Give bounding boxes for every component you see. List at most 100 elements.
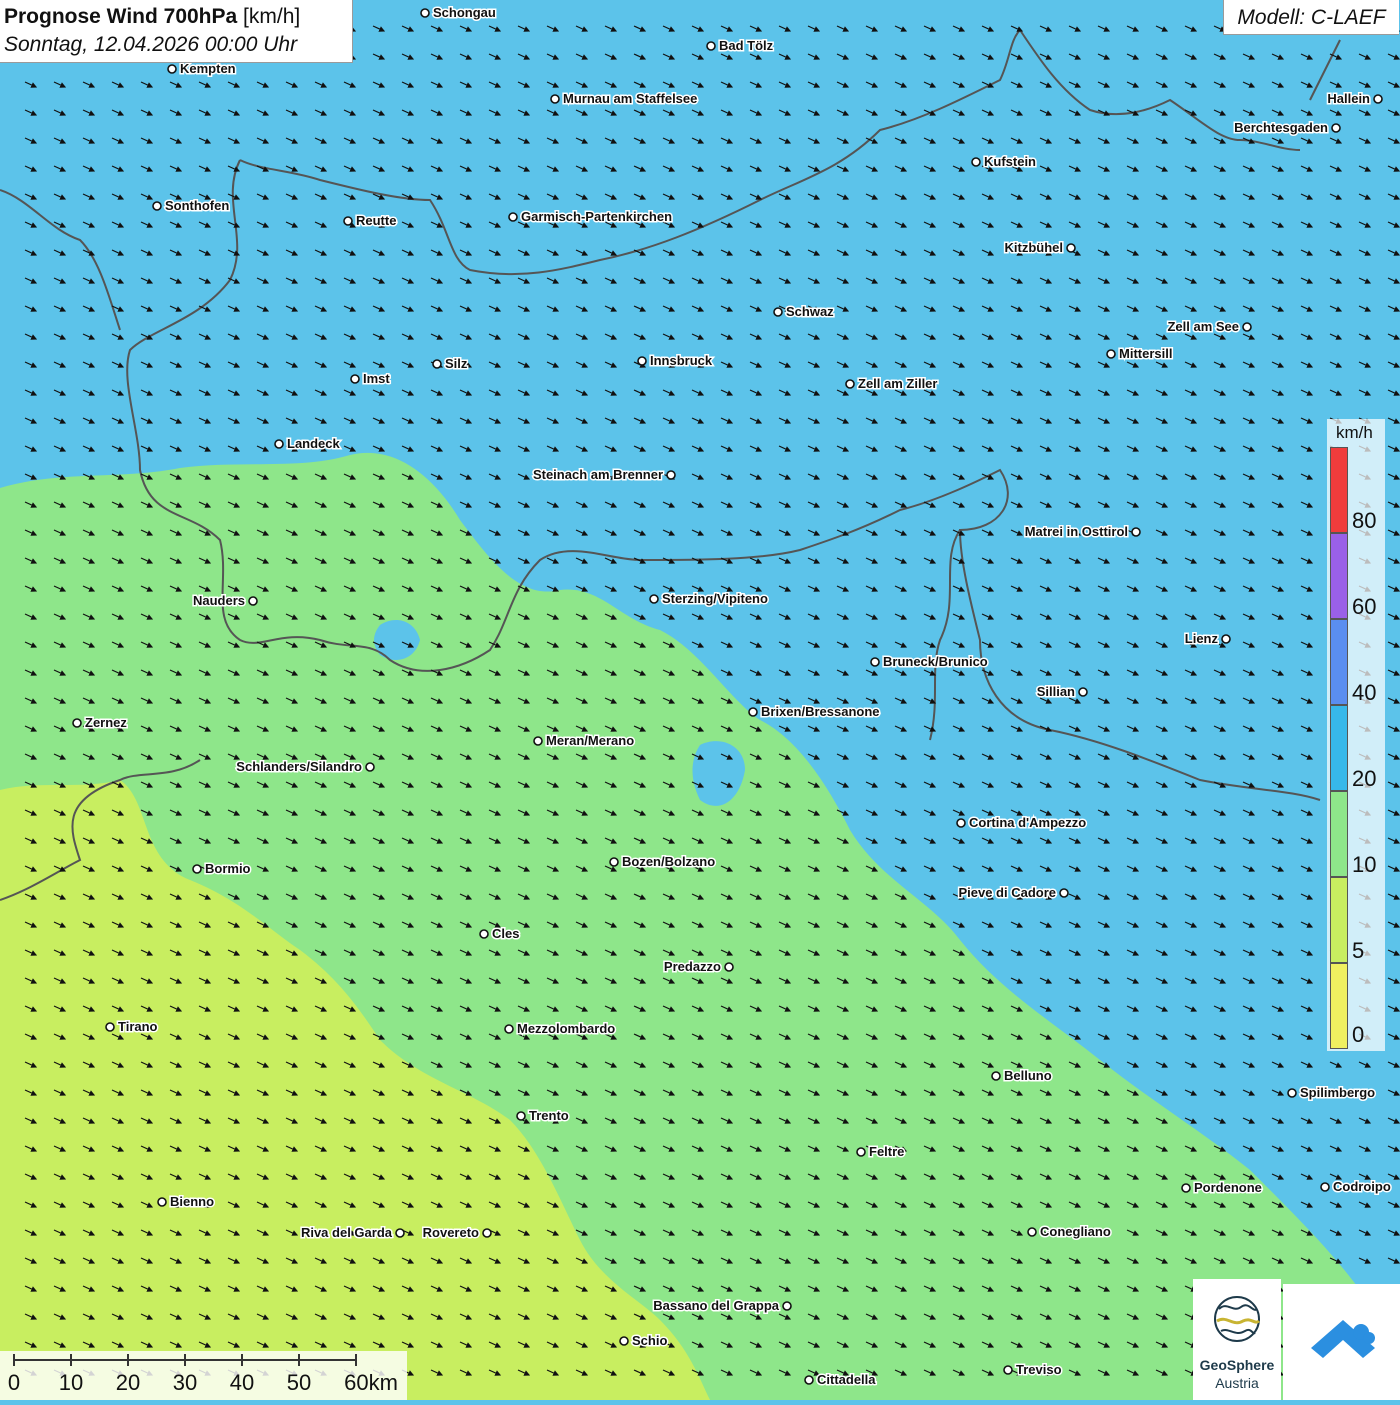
city-dot bbox=[72, 718, 82, 728]
city-label: Codroipo bbox=[1333, 1179, 1391, 1194]
city-label: Berchtesgaden bbox=[1234, 120, 1328, 135]
city-marker: Bassano del Grappa bbox=[652, 1297, 792, 1315]
city-label: Schio bbox=[632, 1333, 667, 1348]
city-dot bbox=[365, 762, 375, 772]
city-marker: Meran/Merano bbox=[533, 732, 636, 750]
city-label: Bormio bbox=[205, 861, 251, 876]
city-label: Hallein bbox=[1327, 91, 1370, 106]
city-dot bbox=[1373, 94, 1383, 104]
city-marker: Spilimbergo bbox=[1287, 1084, 1377, 1102]
legend-color-segment bbox=[1330, 705, 1348, 791]
city-label: Schongau bbox=[433, 5, 496, 20]
legend-tick: 80 bbox=[1352, 508, 1377, 533]
city-dot bbox=[619, 1336, 629, 1346]
city-label: Bienno bbox=[170, 1194, 214, 1209]
city-label: Feltre bbox=[869, 1144, 904, 1159]
city-dot bbox=[1078, 687, 1088, 697]
scale-label: 60km bbox=[344, 1370, 398, 1395]
city-dot bbox=[706, 41, 716, 51]
model-label: Modell: C-LAEF bbox=[1223, 0, 1399, 35]
cloud-arrow-icon bbox=[1311, 1320, 1375, 1358]
geosphere-subname: Austria bbox=[1215, 1375, 1259, 1391]
city-label: Zell am See bbox=[1167, 319, 1239, 334]
city-marker: Mezzolombardo bbox=[504, 1020, 617, 1038]
city-label: Belluno bbox=[1004, 1068, 1052, 1083]
city-dot bbox=[167, 64, 177, 74]
city-dot bbox=[1027, 1227, 1037, 1237]
city-label: Sterzing/Vipiteno bbox=[662, 591, 768, 606]
legend-unit: km/h bbox=[1336, 423, 1373, 442]
city-label: Sonthofen bbox=[165, 198, 229, 213]
legend-tick: 40 bbox=[1352, 680, 1377, 705]
city-label: Mittersill bbox=[1119, 346, 1172, 361]
legend-tick: 60 bbox=[1352, 594, 1377, 619]
city-dot bbox=[1242, 322, 1252, 332]
legend-color-segment bbox=[1330, 447, 1348, 533]
scale-label: 40 bbox=[229, 1370, 255, 1395]
legend-color-segment bbox=[1330, 963, 1348, 1049]
city-dot bbox=[533, 736, 543, 746]
city-marker: Brixen/Bressanone bbox=[748, 703, 881, 721]
city-label: Zell am Ziller bbox=[858, 376, 937, 391]
city-dot bbox=[152, 201, 162, 211]
wind-forecast-map: Schongau Bad Tölz Kempten Murnau am Staffel… bbox=[0, 0, 1400, 1400]
legend-tick: 10 bbox=[1352, 852, 1377, 877]
city-label: Kempten bbox=[180, 61, 236, 76]
legend-color-segment bbox=[1330, 533, 1348, 619]
city-label: Silz bbox=[445, 356, 468, 371]
legend-color-segment bbox=[1330, 877, 1348, 963]
city-dot bbox=[395, 1228, 405, 1238]
city-label: Murnau am Staffelsee bbox=[563, 91, 697, 106]
city-marker: Garmisch-Partenkirchen bbox=[508, 208, 674, 226]
city-label: Bozen/Bolzano bbox=[622, 854, 715, 869]
city-label: Kufstein bbox=[984, 154, 1036, 169]
city-marker: Riva del Garda bbox=[299, 1224, 405, 1242]
wind-legend: km/h 0 5 10 20 40 60 80 bbox=[1327, 419, 1385, 1051]
city-label: Sillian bbox=[1037, 684, 1075, 699]
city-label: Bad Tölz bbox=[719, 38, 774, 53]
geosphere-logo: GeoSphere Austria bbox=[1193, 1279, 1281, 1400]
city-marker: Conegliano bbox=[1027, 1223, 1112, 1241]
legend-color-segment bbox=[1330, 619, 1348, 705]
city-label: Kitzbühel bbox=[1005, 240, 1064, 255]
scale-bar: 0 10 20 30 40 50 60km bbox=[0, 1351, 407, 1400]
map-title: Prognose Wind 700hPa [km/h] bbox=[4, 5, 301, 28]
city-dot bbox=[1287, 1088, 1297, 1098]
city-dot bbox=[550, 94, 560, 104]
city-dot bbox=[637, 356, 647, 366]
city-label: Schlanders/Silandro bbox=[236, 759, 362, 774]
city-label: Rovereto bbox=[423, 1225, 479, 1240]
city-dot bbox=[105, 1022, 115, 1032]
city-label: Tirano bbox=[118, 1019, 158, 1034]
city-marker: Schongau bbox=[420, 4, 497, 22]
city-dot bbox=[748, 707, 758, 717]
legend-color-bar bbox=[1330, 447, 1348, 1049]
city-dot bbox=[1106, 349, 1116, 359]
legend-tick: 5 bbox=[1352, 938, 1365, 963]
city-label: Mezzolombardo bbox=[517, 1021, 615, 1036]
city-dot bbox=[971, 157, 981, 167]
city-label: Predazzo bbox=[664, 959, 721, 974]
geosphere-name: GeoSphere bbox=[1199, 1357, 1275, 1373]
city-label: Brixen/Bressanone bbox=[761, 704, 880, 719]
city-dot bbox=[870, 657, 880, 667]
city-label: Treviso bbox=[1016, 1362, 1062, 1377]
city-dot bbox=[991, 1071, 1001, 1081]
city-marker: Murnau am Staffelsee bbox=[550, 90, 699, 108]
city-label: Reutte bbox=[356, 213, 396, 228]
city-dot bbox=[773, 307, 783, 317]
city-dot bbox=[1131, 527, 1141, 537]
legend-tick: 20 bbox=[1352, 766, 1377, 791]
city-dot bbox=[804, 1375, 814, 1385]
city-marker: Zell am Ziller bbox=[845, 375, 939, 393]
forecast-datetime: Sonntag, 12.04.2026 00:00 Uhr bbox=[4, 33, 298, 56]
city-label: Lienz bbox=[1185, 631, 1219, 646]
city-dot bbox=[1059, 888, 1069, 898]
city-dot bbox=[479, 929, 489, 939]
city-marker: Sonthofen bbox=[152, 197, 231, 215]
city-label: Pordenone bbox=[1194, 1180, 1262, 1195]
city-label: Landeck bbox=[287, 436, 341, 451]
city-label: Spilimbergo bbox=[1300, 1085, 1375, 1100]
weather-app-logo bbox=[1283, 1284, 1400, 1400]
city-dot bbox=[157, 1197, 167, 1207]
